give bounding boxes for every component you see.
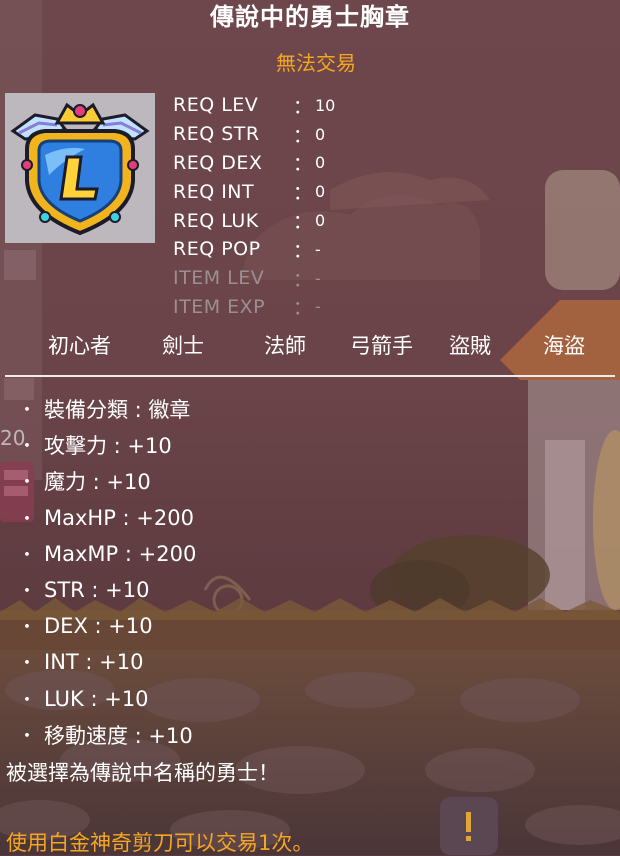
requirement-separator: ： — [293, 297, 313, 320]
requirement-value: - — [315, 268, 321, 288]
requirement-separator: ： — [293, 239, 313, 262]
requirement-separator: ： — [293, 124, 313, 147]
requirement-row: REQ DEX ： 0 — [173, 149, 335, 178]
stat-row: ・ STR : +10 — [18, 572, 196, 608]
requirement-label: REQ LUK — [173, 209, 259, 232]
requirement-separator: ： — [293, 182, 313, 205]
stats-list: ・裝備分類 : 徽章・攻擊力 : +10 ・魔力 : +10 ・ MaxHP : +2… — [18, 391, 196, 753]
requirement-label: REQ LEV — [173, 94, 259, 117]
stat-text: 裝備分類 : 徽章 — [44, 398, 191, 423]
requirement-value: - — [315, 239, 321, 259]
stat-text: INT : +10 — [44, 650, 144, 675]
requirement-row: REQ INT ： 0 — [173, 177, 335, 206]
bullet-icon: ・ — [18, 689, 36, 711]
requirement-value: - — [315, 297, 321, 317]
stat-text: LUK : +10 — [44, 686, 149, 711]
bullet-icon: ・ — [18, 617, 36, 639]
stat-text: MaxHP : +200 — [44, 505, 194, 530]
requirement-separator: ： — [293, 268, 313, 291]
requirement-label: REQ DEX — [173, 151, 263, 174]
requirement-row: REQ LEV ： 10 — [173, 91, 335, 120]
item-icon-frame — [5, 93, 155, 243]
requirement-value: 0 — [315, 124, 326, 144]
job-list: 初心者 劍士 法師 弓箭手 盜賊 海盜 — [0, 332, 620, 362]
stat-text: 攻擊力 : +10 — [44, 434, 172, 459]
requirement-row: REQ POP ： - — [173, 235, 335, 264]
job-magician: 法師 — [264, 334, 306, 358]
stat-row: ・ MaxHP : +200 — [18, 500, 196, 536]
bullet-icon: ・ — [18, 544, 36, 566]
job-bowman: 弓箭手 — [350, 334, 413, 358]
requirement-row: REQ STR ： 0 — [173, 120, 335, 149]
legend-medal-icon — [10, 102, 150, 236]
stat-row: ・移動速度 : +10 — [18, 717, 196, 753]
bullet-icon: ・ — [18, 653, 36, 675]
stat-row: ・ DEX : +10 — [18, 608, 196, 644]
requirement-label: ITEM LEV — [173, 267, 265, 290]
bullet-icon: ・ — [18, 472, 36, 494]
stat-row: ・ INT : +10 — [18, 644, 196, 680]
requirements-list: REQ LEV： 10 REQ STR： 0 REQ DEX： 0 REQ INT： 0 REQ… — [173, 91, 335, 321]
stat-text: DEX : +10 — [44, 614, 153, 639]
job-thief: 盜賊 — [449, 334, 491, 358]
requirement-value: 0 — [315, 211, 326, 231]
bullet-icon: ・ — [18, 581, 36, 603]
requirement-row: ITEM LEV ： - — [173, 264, 335, 293]
requirement-separator: ： — [293, 95, 313, 118]
requirement-value: 0 — [315, 182, 326, 202]
item-description: 被選擇為傳說中名稱的勇士！ — [6, 761, 279, 785]
bullet-icon: ・ — [18, 508, 36, 530]
requirement-row: ITEM EXP ： - — [173, 293, 335, 322]
job-warrior: 劍士 — [162, 334, 204, 358]
stat-row: ・魔力 : +10 — [18, 463, 196, 499]
stat-text: 魔力 : +10 — [44, 470, 151, 495]
stat-row: ・裝備分類 : 徽章 — [18, 391, 196, 427]
trade-notice: 使用白金神奇剪刀可以交易1次。 — [6, 831, 314, 855]
divider — [5, 375, 615, 377]
requirement-label: REQ INT — [173, 180, 255, 203]
requirement-label: REQ POP — [173, 238, 261, 261]
requirement-row: REQ LUK ： 0 — [173, 206, 335, 235]
requirement-value: 0 — [315, 153, 326, 173]
item-name: 傳說中的勇士胸章 — [210, 3, 410, 31]
stat-text: 移動速度 : +10 — [44, 723, 193, 748]
bullet-icon: ・ — [18, 725, 36, 747]
stat-row: ・ LUK : +10 — [18, 681, 196, 717]
requirement-label: ITEM EXP — [173, 295, 266, 318]
job-pirate: 海盜 — [543, 334, 585, 358]
stat-text: STR : +10 — [44, 578, 150, 603]
requirement-separator: ： — [293, 211, 313, 234]
requirement-separator: ： — [293, 153, 313, 176]
job-beginner: 初心者 — [48, 334, 111, 358]
stat-row: ・攻擊力 : +10 — [18, 427, 196, 463]
stat-text: MaxMP : +200 — [44, 541, 197, 566]
stat-row: ・ MaxMP : +200 — [18, 536, 196, 572]
requirement-value: 10 — [315, 95, 336, 115]
bullet-icon: ・ — [18, 436, 36, 458]
bullet-icon: ・ — [18, 400, 36, 422]
trade-status: 無法交易 — [276, 51, 356, 75]
requirement-label: REQ STR — [173, 123, 260, 146]
